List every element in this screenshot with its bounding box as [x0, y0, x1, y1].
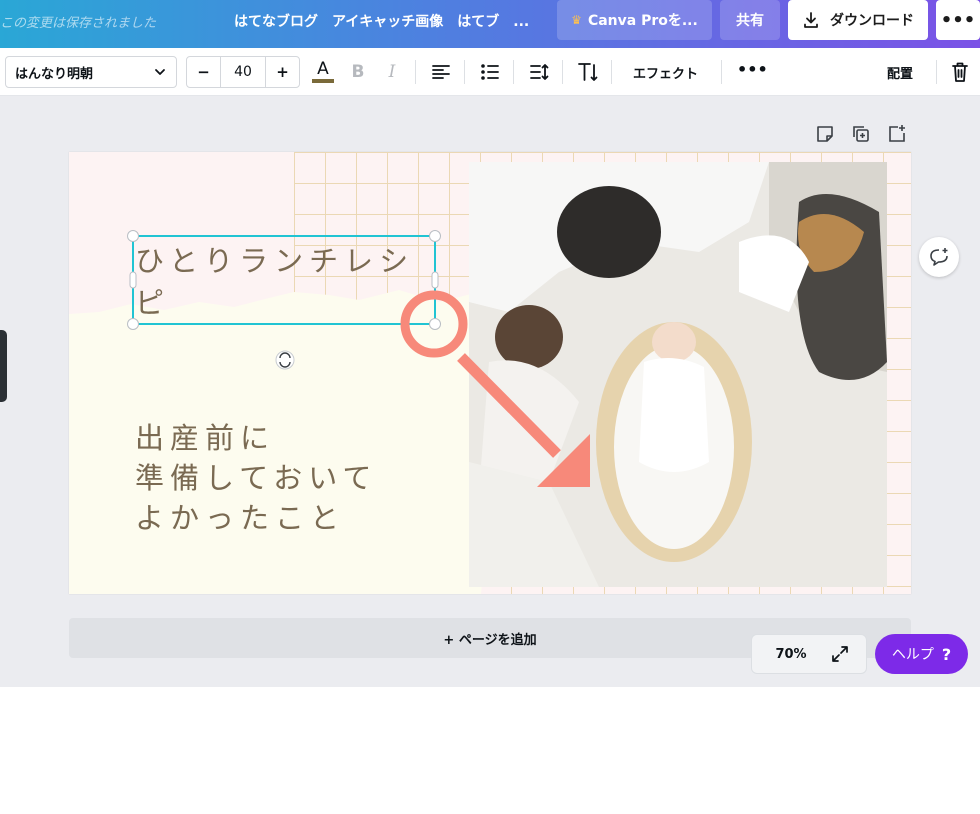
- side-panel-toggle[interactable]: [0, 330, 7, 402]
- canvas-subtitle[interactable]: 出産前に 準備しておいて よかったこと: [135, 418, 465, 538]
- align-left-button[interactable]: [429, 60, 453, 84]
- font-size-input[interactable]: 40: [220, 57, 266, 87]
- notes-icon[interactable]: [815, 124, 835, 144]
- toolbar-more-button[interactable]: •••: [737, 60, 768, 79]
- spacing-button[interactable]: [527, 60, 551, 84]
- text-color-swatch: [312, 79, 334, 83]
- toolbar-divider: [464, 60, 465, 84]
- text-orientation-button[interactable]: [576, 60, 600, 84]
- effects-button[interactable]: エフェクト: [633, 63, 698, 82]
- help-label: ヘルプ: [891, 647, 934, 663]
- font-family-value: はんなり明朝: [15, 66, 94, 82]
- crown-icon: ♛: [571, 13, 582, 27]
- top-header: この変更は保存されました はてなブログ アイキャッチ画像 はてブ ... ♛ C…: [0, 0, 980, 48]
- zoom-level[interactable]: 70%: [752, 647, 830, 662]
- subtitle-line: よかったこと: [135, 501, 346, 535]
- download-button[interactable]: ダウンロード: [788, 0, 928, 40]
- bold-button[interactable]: B: [346, 60, 370, 84]
- subtitle-line: 出産前に: [135, 421, 276, 455]
- trash-icon: [952, 62, 968, 82]
- toolbar-divider: [513, 60, 514, 84]
- vertical-text-icon: [578, 63, 598, 81]
- canva-pro-label: Canva Proを...: [587, 13, 698, 29]
- duplicate-page-icon[interactable]: [851, 124, 871, 144]
- font-size-stepper: − 40 +: [186, 56, 300, 88]
- help-button[interactable]: ヘルプ ?: [875, 634, 968, 674]
- subtitle-line: 準備しておいて: [135, 461, 378, 495]
- align-left-icon: [432, 65, 450, 79]
- text-color-icon: A: [317, 59, 329, 79]
- comment-icon: [930, 248, 948, 266]
- add-page-icon[interactable]: [887, 124, 907, 144]
- chevron-down-icon: [155, 69, 165, 75]
- italic-button[interactable]: I: [380, 60, 404, 84]
- text-toolbar: はんなり明朝 − 40 + A B I エフェクト ••• 配置: [0, 48, 980, 96]
- list-button[interactable]: [478, 60, 502, 84]
- share-button[interactable]: 共有: [720, 0, 780, 40]
- toolbar-divider: [721, 60, 722, 84]
- toolbar-divider: [562, 60, 563, 84]
- add-comment-button[interactable]: [919, 237, 959, 277]
- canva-pro-button[interactable]: ♛ Canva Proを...: [557, 0, 712, 40]
- design-canvas[interactable]: ひとりランチレシピ 出産前に 準備しておいて よかったこと: [69, 152, 911, 594]
- document-title[interactable]: はてなブログ アイキャッチ画像 はてブ ...: [234, 11, 529, 31]
- toolbar-divider: [611, 60, 612, 84]
- font-family-select[interactable]: はんなり明朝: [5, 56, 177, 88]
- position-button[interactable]: 配置: [887, 63, 913, 82]
- font-size-decrease-button[interactable]: −: [187, 57, 220, 87]
- more-menu-button[interactable]: •••: [936, 0, 980, 40]
- text-color-button[interactable]: A: [311, 60, 335, 84]
- bold-icon: B: [351, 62, 365, 82]
- italic-icon: I: [388, 62, 396, 82]
- toolbar-divider: [936, 60, 937, 84]
- download-label: ダウンロード: [830, 13, 914, 29]
- font-size-increase-button[interactable]: +: [266, 57, 299, 87]
- zoom-control: 70%: [751, 634, 867, 674]
- download-icon: [804, 12, 818, 28]
- toolbar-divider: [415, 60, 416, 84]
- save-status: この変更は保存されました: [0, 16, 157, 31]
- line-spacing-icon: [530, 64, 549, 80]
- bulleted-list-icon: [481, 64, 499, 80]
- delete-button[interactable]: [948, 60, 972, 84]
- canva-editor: この変更は保存されました はてなブログ アイキャッチ画像 はてブ ... ♛ C…: [0, 0, 980, 814]
- help-icon: ?: [941, 644, 952, 664]
- fullscreen-icon[interactable]: [830, 644, 850, 664]
